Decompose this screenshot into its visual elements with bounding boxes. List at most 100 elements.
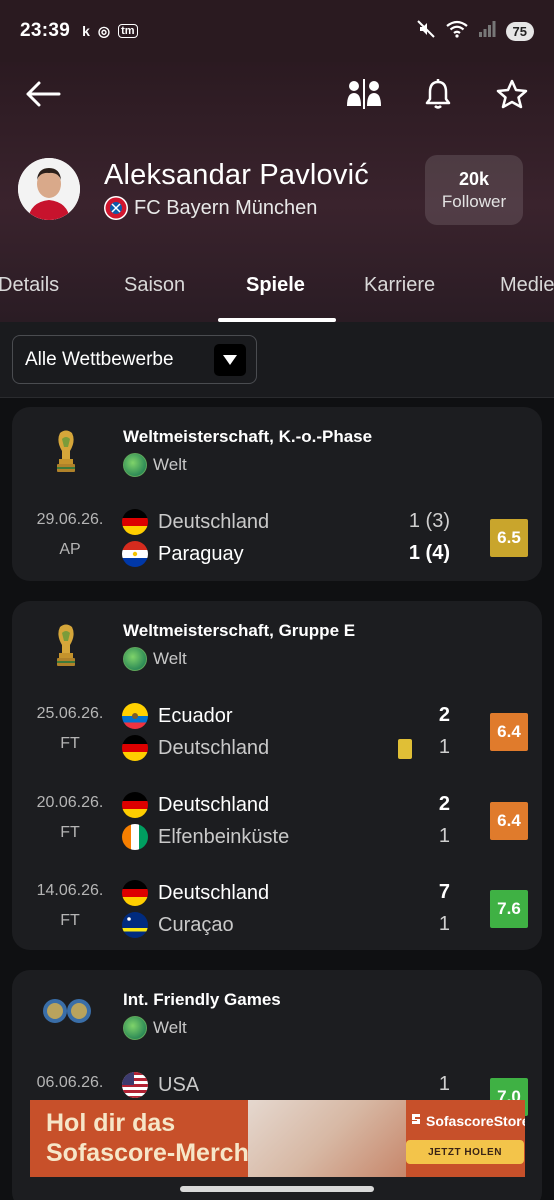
transfermarkt-app-icon: tm [118, 24, 138, 38]
follower-label: Follower [441, 191, 507, 211]
tab-karriere[interactable]: Karriere [364, 274, 435, 297]
compare-button[interactable] [342, 74, 386, 118]
ad-store-label: SofascoreStore [410, 1112, 525, 1129]
away-score: 1 [438, 825, 450, 847]
home-score: 1 (3) [408, 510, 450, 532]
tab-bar: Details Saison Spiele Karriere Medien [0, 262, 554, 322]
competition-card: Weltmeisterschaft, K.-o.-Phase Welt 29.0… [12, 407, 542, 581]
home-team: USA [122, 1072, 199, 1098]
arrow-left-icon [25, 80, 61, 113]
match-status: FT [60, 912, 80, 929]
home-score: 1 [438, 1073, 450, 1095]
competition-filter-label: Alle Wettbewerbe [25, 348, 174, 370]
ad-headline-line1: Hol dir das [46, 1109, 176, 1137]
germany-flag-icon [122, 509, 148, 535]
signal-icon [478, 20, 496, 42]
match-row[interactable]: 20.06.26. FT Deutschland Elfenbeinküste … [12, 790, 542, 856]
usa-flag-icon [122, 1072, 148, 1098]
star-icon [496, 79, 528, 114]
team-name: FC Bayern München [134, 196, 318, 219]
competition-region: Welt [123, 1016, 187, 1040]
tab-details[interactable]: Details [0, 274, 59, 297]
kicker-app-icon: k [82, 23, 90, 39]
bell-icon [425, 78, 451, 114]
player-avatar [18, 158, 80, 220]
competition-title[interactable]: Weltmeisterschaft, Gruppe E [123, 621, 355, 641]
match-date: 20.06.26. [36, 794, 104, 811]
away-score: 1 [438, 736, 450, 758]
back-button[interactable] [22, 78, 64, 114]
home-indicator[interactable] [180, 1186, 374, 1192]
home-team-name: Ecuador [158, 704, 233, 727]
germany-flag-icon [122, 735, 148, 761]
away-team: Elfenbeinküste [122, 824, 289, 850]
team-link[interactable]: FC Bayern München [104, 196, 317, 220]
home-team: Deutschland [122, 792, 269, 818]
competition-card: Weltmeisterschaft, Gruppe E Welt 25.06.2… [12, 601, 542, 950]
tab-medien[interactable]: Medien [500, 274, 554, 297]
bayern-logo-icon [104, 196, 128, 220]
curacao-flag-icon [122, 912, 148, 938]
home-team-name: Deutschland [158, 510, 270, 533]
match-status: FT [60, 735, 80, 752]
world-cup-trophy-icon [48, 429, 84, 475]
competition-title[interactable]: Weltmeisterschaft, K.-o.-Phase [123, 427, 372, 447]
sofascore-logo-icon [410, 1112, 422, 1129]
battery-indicator: 75 [505, 21, 534, 41]
ad-banner[interactable]: Hol dir das Sofascore-Merch SofascoreSto… [30, 1100, 525, 1177]
away-team-name: Deutschland [158, 736, 270, 759]
globe-icon [123, 647, 147, 671]
competition-region: Welt [123, 453, 187, 477]
away-team: Paraguay [122, 541, 244, 567]
globe-icon [123, 453, 147, 477]
away-score: 1 [438, 913, 450, 935]
region-label: Welt [153, 649, 187, 668]
player-rating: 6.4 [490, 802, 528, 840]
instagram-app-icon: ◎ [97, 22, 111, 39]
favorite-button[interactable] [490, 74, 534, 118]
home-team-name: Deutschland [158, 793, 270, 816]
match-row[interactable]: 29.06.26. AP Deutschland Paraguay 1 (3) … [12, 507, 542, 573]
world-cup-trophy-icon [48, 623, 84, 669]
away-score: 1 (4) [408, 542, 450, 564]
home-team: Deutschland [122, 509, 269, 535]
status-app-icons: k ◎ tm [82, 22, 138, 40]
follow-button[interactable]: 20k Follower [425, 155, 523, 225]
home-team: Deutschland [122, 880, 269, 906]
ecuador-flag-icon [122, 703, 148, 729]
ad-headline: Hol dir das Sofascore-Merch [46, 1108, 249, 1168]
tab-saison[interactable]: Saison [124, 274, 185, 297]
notifications-button[interactable] [416, 74, 460, 118]
follower-count: 20k [458, 168, 490, 189]
away-team-name: Paraguay [158, 542, 244, 565]
wifi-icon [445, 20, 468, 43]
player-header: Aleksandar Pavlović FC Bayern München 20… [0, 62, 554, 322]
player-rating: 6.4 [490, 713, 528, 751]
competition-title[interactable]: Int. Friendly Games [123, 990, 281, 1010]
tab-spiele[interactable]: Spiele [246, 274, 305, 297]
filter-bar: Alle Wettbewerbe [0, 322, 554, 398]
away-team: Curaçao [122, 912, 234, 938]
home-score: 2 [438, 704, 450, 726]
ad-photo [248, 1100, 406, 1177]
status-time: 23:39 [20, 20, 71, 41]
paraguay-flag-icon [122, 541, 148, 567]
match-row[interactable]: 14.06.26. FT Deutschland Curaçao 7 1 7.6 [12, 878, 542, 944]
mute-icon [416, 19, 436, 44]
player-rating: 7.6 [490, 890, 528, 928]
competition-filter-dropdown[interactable]: Alle Wettbewerbe [12, 335, 257, 384]
germany-flag-icon [122, 880, 148, 906]
home-score: 7 [438, 881, 450, 903]
germany-flag-icon [122, 792, 148, 818]
status-bar: 23:39 k ◎ tm 75 [0, 0, 554, 62]
match-status: AP [59, 541, 81, 558]
yellow-card-icon [398, 739, 412, 759]
match-date: 29.06.26. [36, 511, 104, 528]
region-label: Welt [153, 1018, 187, 1037]
ad-headline-line2: Sofascore-Merch [46, 1139, 249, 1167]
home-team-name: Deutschland [158, 881, 270, 904]
ad-cta-button[interactable]: JETZT HOLEN [406, 1140, 524, 1164]
match-row[interactable]: 25.06.26. FT Ecuador Deutschland 2 1 6.4 [12, 701, 542, 767]
away-team-name: Elfenbeinküste [158, 825, 290, 848]
home-score: 2 [438, 793, 450, 815]
